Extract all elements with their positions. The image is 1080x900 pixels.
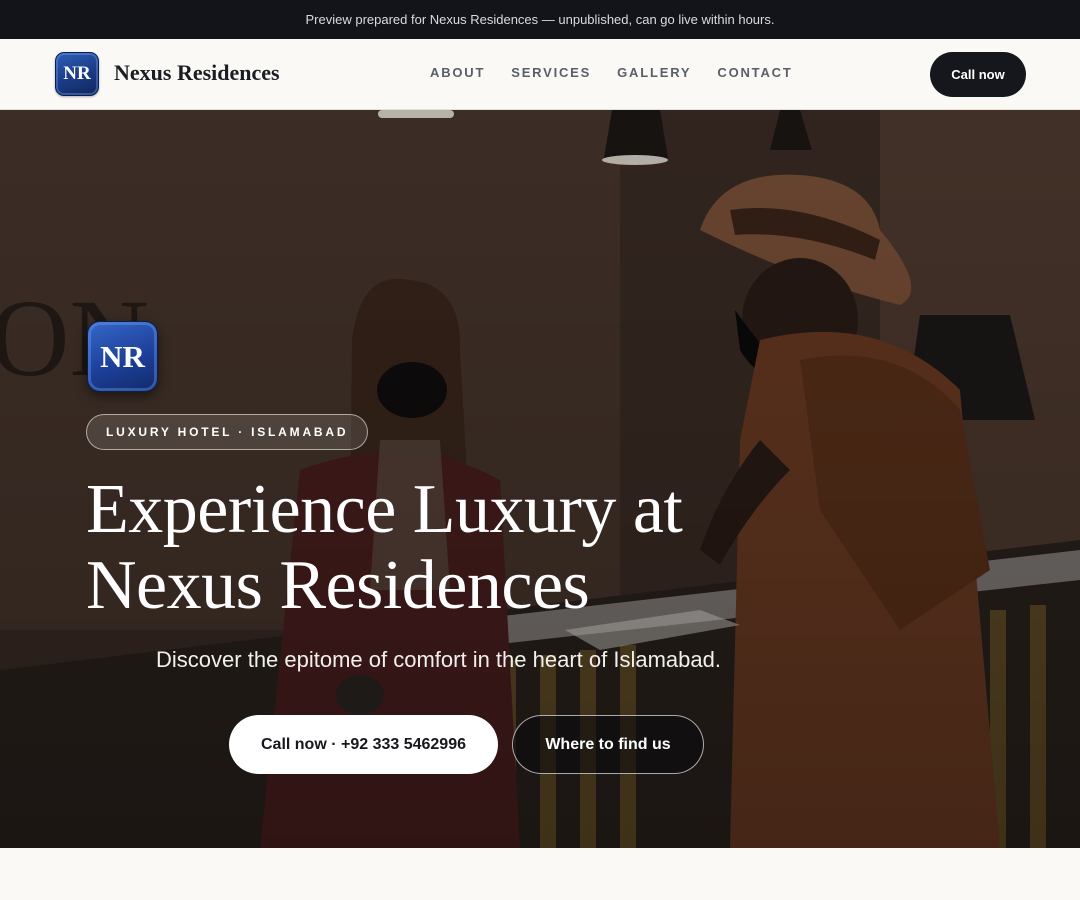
hero-subtitle: Discover the epitome of comfort in the h… <box>156 647 721 672</box>
header-call-button[interactable]: Call now <box>930 52 1026 97</box>
hero-title: Experience Luxury at Nexus Residences <box>86 472 806 624</box>
hero-logo-initials: NR <box>100 338 145 374</box>
main-nav: ABOUT SERVICES GALLERY CONTACT <box>430 65 819 80</box>
logo-icon[interactable]: NR <box>55 52 99 96</box>
hero-title-line-1: Experience Luxury at <box>86 471 683 548</box>
nav-gallery[interactable]: GALLERY <box>617 65 691 80</box>
announcement-text: Preview prepared for Nexus Residences — … <box>305 12 775 27</box>
hero-logo-icon: NR <box>87 321 158 392</box>
brand-name[interactable]: Nexus Residences <box>114 60 280 86</box>
nav-services[interactable]: SERVICES <box>511 65 591 80</box>
nav-contact[interactable]: CONTACT <box>717 65 792 80</box>
find-us-button[interactable]: Where to find us <box>512 715 704 774</box>
hero-section: ON <box>0 110 1080 848</box>
call-phone-button[interactable]: Call now · +92 333 5462996 <box>229 715 498 774</box>
hero-tag-badge: LUXURY HOTEL · ISLAMABAD <box>86 414 369 450</box>
site-header: NR Nexus Residences ABOUT SERVICES GALLE… <box>0 39 1080 110</box>
nav-about[interactable]: ABOUT <box>430 65 485 80</box>
logo-initials: NR <box>63 63 91 84</box>
hero-title-line-2: Nexus Residences <box>86 547 590 624</box>
below-hero-section <box>0 848 1080 900</box>
announcement-bar: Preview prepared for Nexus Residences — … <box>0 0 1080 39</box>
